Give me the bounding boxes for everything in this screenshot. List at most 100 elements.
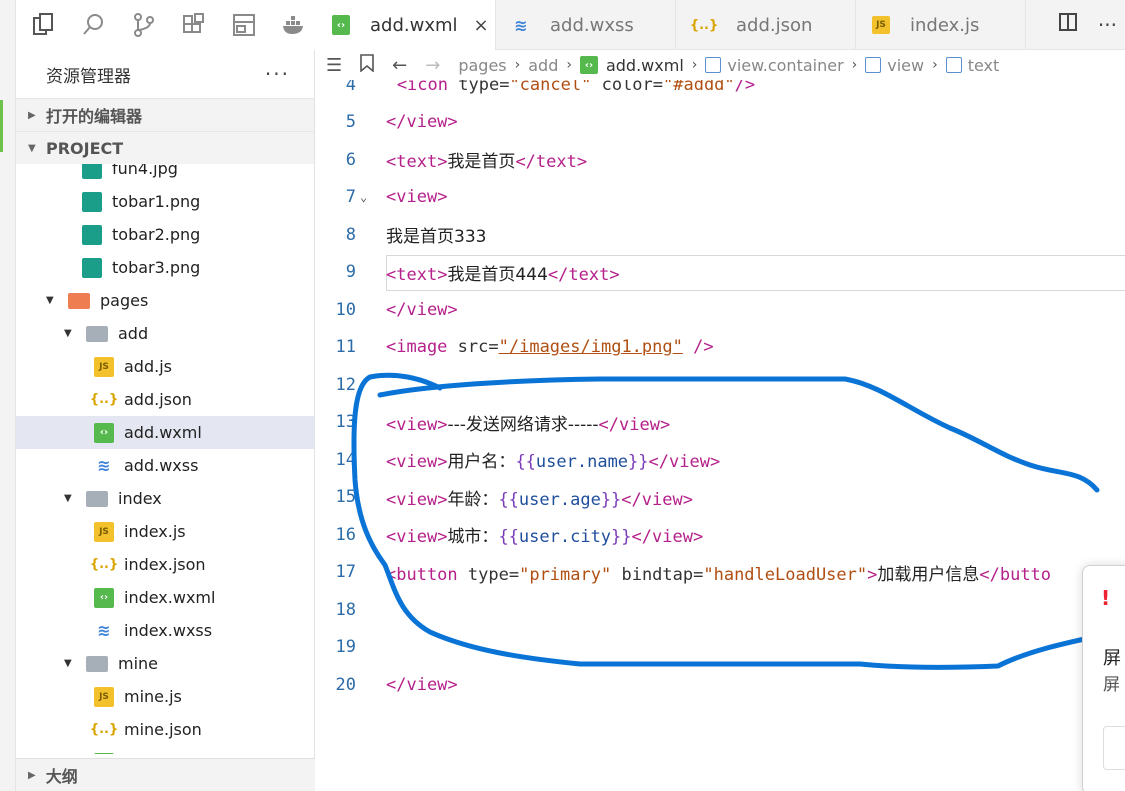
tree-item[interactable]: JS add.js xyxy=(16,350,314,383)
code-line[interactable]: 7 ⌄ <view> xyxy=(316,179,1125,217)
code-line[interactable]: 19 xyxy=(316,629,1125,667)
tree-item[interactable]: tobar3.png xyxy=(16,251,314,284)
line-number: 8 xyxy=(345,224,356,245)
bookmark-icon[interactable] xyxy=(360,53,374,77)
tree-item[interactable]: {..} add.json xyxy=(16,383,314,416)
tree-item-label: index.wxss xyxy=(124,621,213,640)
tree-item[interactable]: ▼ add xyxy=(16,317,314,350)
tab-add-wxss[interactable]: ≋ add.wxss xyxy=(496,0,676,50)
tree-item-label: index.json xyxy=(124,555,206,574)
tree-item[interactable]: tobar2.png xyxy=(16,218,314,251)
tree-item[interactable]: JS mine.js xyxy=(16,680,314,713)
breadcrumb-item-view[interactable]: view xyxy=(887,56,924,75)
tab-index-js[interactable]: JS index.js xyxy=(856,0,1026,50)
open-editors-section[interactable]: ▶ 打开的编辑器 xyxy=(16,98,314,131)
tree-item[interactable]: ▼ index xyxy=(16,482,314,515)
tab-add-wxml[interactable]: ‹› add.wxml × xyxy=(316,0,496,50)
forward-arrow-icon[interactable]: → xyxy=(425,55,440,76)
breadcrumb-item-container[interactable]: view.container xyxy=(727,56,843,75)
code-text: <view>用户名：{{user.name}}</view> xyxy=(386,452,721,473)
breadcrumb-item-text[interactable]: text xyxy=(968,56,1000,75)
code-line[interactable]: 10 </view> xyxy=(316,291,1125,329)
tree-item-label: pages xyxy=(100,291,149,310)
source-control-icon[interactable] xyxy=(126,7,162,43)
wxml-file-icon: ‹› xyxy=(94,422,114,443)
tree-item-label: add.wxss xyxy=(124,456,199,475)
project-section[interactable]: ▼ PROJECT xyxy=(16,131,314,164)
fold-chevron-icon[interactable]: ⌄ xyxy=(360,190,367,204)
line-number: 13 xyxy=(335,412,356,433)
split-editor-icon[interactable] xyxy=(1058,12,1078,37)
tree-item[interactable]: fun4.jpg xyxy=(16,164,314,185)
chevron-right-icon: › xyxy=(566,57,572,73)
tree-item[interactable]: ‹› index.wxml xyxy=(16,581,314,614)
image-file-icon xyxy=(82,257,102,278)
explorer-title: 资源管理器 xyxy=(46,66,131,87)
code-line[interactable]: 11 <image src="/images/img1.png" /> xyxy=(316,329,1125,367)
docker-icon[interactable] xyxy=(276,7,312,43)
tab-label: add.wxml xyxy=(370,14,458,36)
breadcrumb-item-file[interactable]: add.wxml xyxy=(606,56,684,75)
code-editor[interactable]: 4 <icon type="cancel" color="#addd"/> 5 </… xyxy=(316,80,1125,791)
code-text: 我是首页333 xyxy=(386,227,487,248)
files-icon[interactable] xyxy=(26,7,62,43)
wxml-file-icon: ‹› xyxy=(94,752,114,754)
tab-add-json[interactable]: {..} add.json xyxy=(676,0,856,50)
notification-button[interactable] xyxy=(1103,726,1125,770)
json-file-icon: {..} xyxy=(89,392,119,407)
code-line[interactable]: 13 <view>---发送网络请求-----</view> xyxy=(316,404,1125,442)
close-icon[interactable]: × xyxy=(474,15,489,36)
code-line[interactable]: 16 <view>城市：{{user.city}}</view> xyxy=(316,516,1125,554)
tree-item[interactable]: {..} mine.json xyxy=(16,713,314,746)
code-text: <text>我是首页</text> xyxy=(386,152,588,173)
folder-icon xyxy=(86,655,108,672)
code-text: <image src="/images/img1.png" /> xyxy=(386,337,714,358)
json-file-icon: {..} xyxy=(89,722,119,737)
tree-item-label: index.js xyxy=(124,522,186,541)
chevron-down-icon: ▼ xyxy=(46,295,54,306)
list-icon[interactable]: ☰ xyxy=(326,55,342,76)
tree-item[interactable]: ‹› mine.wxml xyxy=(16,746,314,754)
more-tab-actions-icon[interactable]: ··· xyxy=(1098,13,1117,37)
code-line[interactable]: 14 <view>用户名：{{user.name}}</view> xyxy=(316,441,1125,479)
search-icon[interactable] xyxy=(76,7,112,43)
code-text: </view> xyxy=(386,112,458,133)
tree-item-label: add.js xyxy=(124,357,172,376)
code-text: <button type="primary" bindtap="handleLo… xyxy=(386,564,1052,585)
tree-item[interactable]: ≋ index.wxss xyxy=(16,614,314,647)
code-line[interactable]: 12 xyxy=(316,366,1125,404)
tree-item[interactable]: JS index.js xyxy=(16,515,314,548)
code-line[interactable]: 4 <icon type="cancel" color="#addd"/> xyxy=(316,80,1125,104)
breadcrumb-item-pages[interactable]: pages xyxy=(458,56,506,75)
tree-item-label: mine.js xyxy=(124,687,182,706)
notification-toast[interactable]: ! 屏 屏 xyxy=(1082,565,1125,791)
tree-item-label: add.json xyxy=(124,390,192,409)
breadcrumb-item-add[interactable]: add xyxy=(528,56,558,75)
more-actions-icon[interactable]: ··· xyxy=(265,62,290,86)
code-text: <view> xyxy=(386,187,448,208)
tree-item[interactable]: ▼ pages xyxy=(16,284,314,317)
code-line[interactable]: 8 我是首页333 xyxy=(316,216,1125,254)
code-line[interactable]: 6 <text>我是首页</text> xyxy=(316,141,1125,179)
code-line[interactable]: 9 <text>我是首页444</text> xyxy=(316,254,1125,292)
tree-item[interactable]: ▼ mine xyxy=(16,647,314,680)
code-line[interactable]: 18 xyxy=(316,591,1125,629)
tree-item[interactable]: {..} index.json xyxy=(16,548,314,581)
element-icon xyxy=(945,57,962,73)
code-line[interactable]: 17 <button type="primary" bindtap="handle… xyxy=(316,554,1125,592)
tree-item[interactable]: ≋ add.wxss xyxy=(16,449,314,482)
layout-icon[interactable] xyxy=(226,7,262,43)
tree-item[interactable]: ‹› add.wxml xyxy=(16,416,314,449)
project-label: PROJECT xyxy=(46,138,124,158)
open-editors-label: 打开的编辑器 xyxy=(46,107,143,126)
code-line[interactable]: 15 <view>年龄：{{user.age}}</view> xyxy=(316,479,1125,517)
code-line[interactable]: 20 </view> xyxy=(316,666,1125,704)
js-file-icon: JS xyxy=(872,16,900,34)
tree-item-label: mine xyxy=(118,654,159,673)
code-line[interactable]: 5 </view> xyxy=(316,104,1125,142)
back-arrow-icon[interactable]: ← xyxy=(392,55,407,76)
outline-section[interactable]: ▶ 大纲 xyxy=(16,758,315,791)
element-icon xyxy=(865,57,882,73)
extensions-icon[interactable] xyxy=(176,7,212,43)
tree-item[interactable]: tobar1.png xyxy=(16,185,314,218)
